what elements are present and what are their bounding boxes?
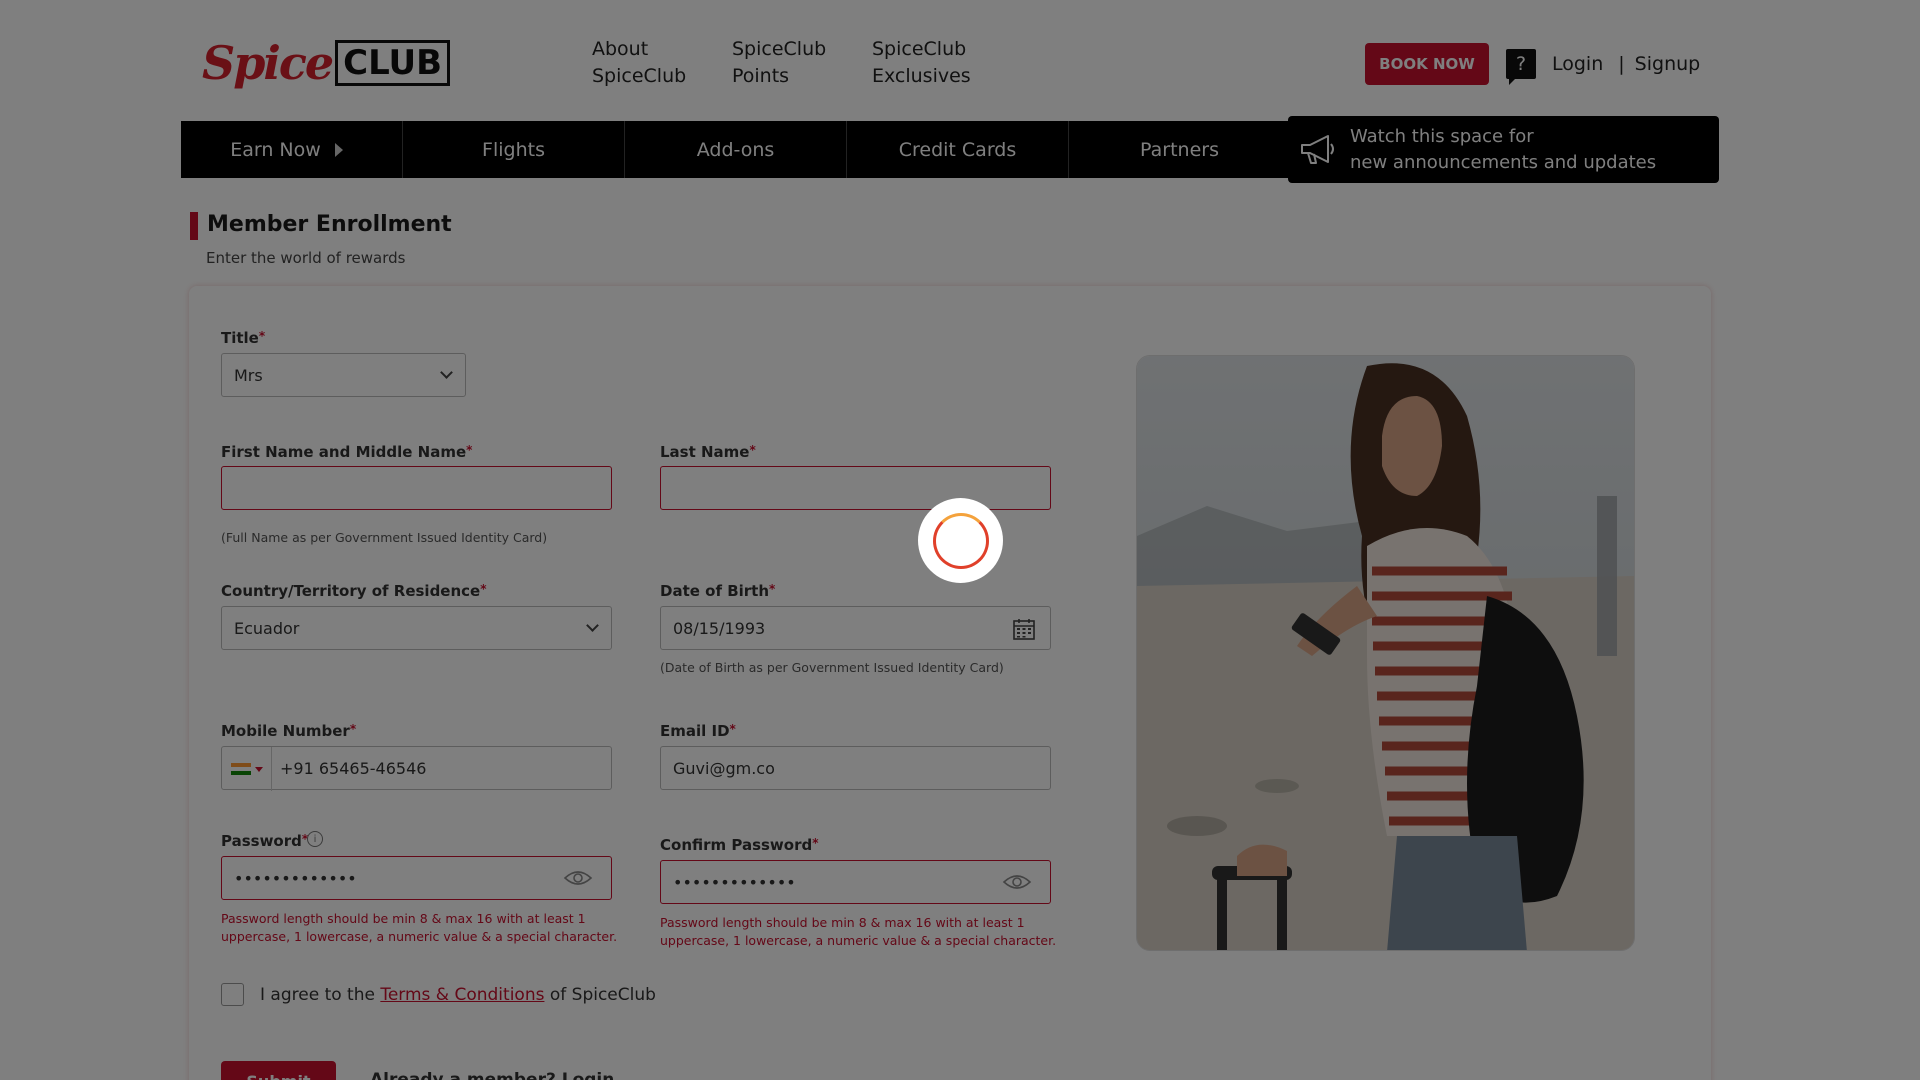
spinner-icon	[932, 512, 989, 569]
loading-spinner	[918, 498, 1003, 583]
loading-overlay	[0, 0, 1920, 1080]
